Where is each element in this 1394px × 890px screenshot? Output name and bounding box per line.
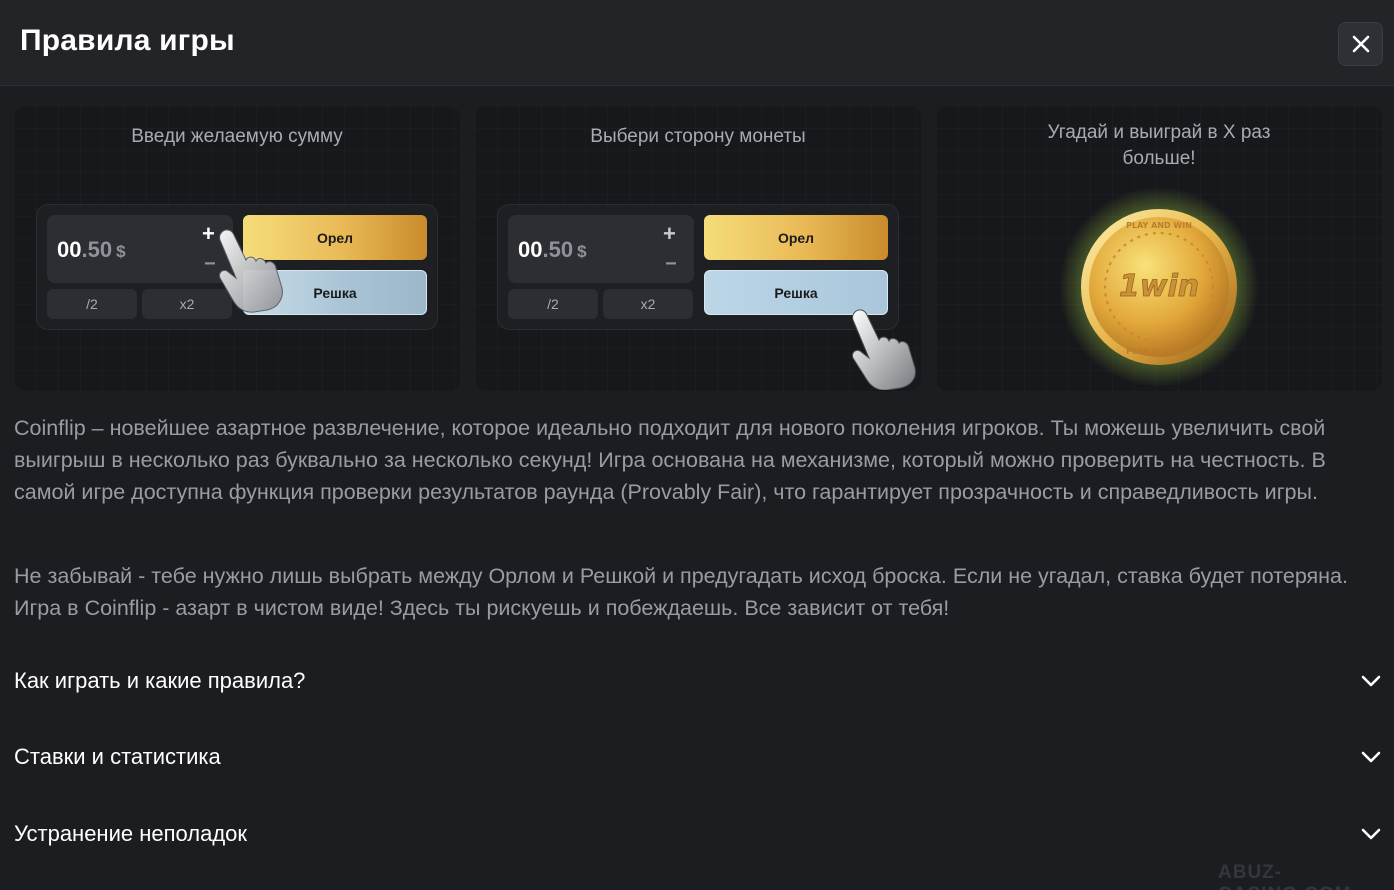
chevron-down-icon [1361,751,1381,763]
amount-integer: 00 [57,237,82,262]
description-paragraph-2: Не забывай - тебе нужно лишь выбрать меж… [14,564,1348,620]
currency-symbol: $ [116,242,126,261]
half-button: /2 [508,289,598,319]
card-title-line1: Угадай и выиграй в X раз [1047,122,1271,143]
coin-icon: PLAY AND WIN PLAY AND WIN 1win [1059,187,1259,387]
amount-decimal: .50 [542,237,574,262]
step-card-amount: Введи желаемую сумму 00.50 $ + − /2 x2 Ор… [14,106,460,391]
amount-input: 00.50 $ + − [508,215,694,283]
coin-ring-top: PLAY AND WIN [1126,221,1192,230]
plus-icon: + [663,221,676,246]
page-title: Правила игры [20,24,235,57]
accordion-troubleshooting[interactable]: Устранение неполадок [14,814,1382,854]
amount-input: 00.50 $ + − [47,215,233,283]
double-button: x2 [603,289,693,319]
coin-image: PLAY AND WIN PLAY AND WIN 1win [1056,184,1262,390]
chevron-down-icon [1361,675,1381,687]
step-card-win: Угадай и выиграй в X раз больше! PLAY AN… [936,106,1382,391]
chevron-down-icon [1361,828,1381,840]
description-paragraph-1: Coinflip – новейшее азартное развлечение… [14,416,1326,504]
modal-header: Правила игры [0,0,1394,86]
coin-ring-bottom: PLAY AND WIN [1126,347,1192,356]
minus-icon: − [665,253,677,275]
accordion-bets-stats[interactable]: Ставки и статистика [14,737,1382,777]
pointer-hand-icon [219,229,283,313]
close-button[interactable] [1338,22,1383,66]
accordion-label: Устранение неполадок [14,821,248,846]
bet-widget-demo: 00.50 $ + − /2 x2 Орел Решка [497,204,899,330]
half-button: /2 [47,289,137,319]
accordion-label: Ставки и статистика [14,744,221,769]
coin-logo: 1win [1119,269,1199,304]
watermark: ABUZ-CASINO.COM [1218,862,1351,890]
accordion-how-to-play[interactable]: Как играть и какие правила? [14,661,1382,701]
heads-button: Орел [704,215,888,260]
close-icon [1352,35,1369,53]
accordion-label: Как играть и какие правила? [14,668,306,693]
card-title: Введи желаемую сумму [131,126,343,147]
step-card-side: Выбери сторону монеты 00.50 $ + − /2 x2 О… [475,106,921,391]
card-title: Выбери сторону монеты [590,126,806,147]
card-title-line2: больше! [1122,148,1196,169]
pointer-hand-icon [852,309,916,390]
currency-symbol: $ [577,242,587,261]
amount-decimal: .50 [81,237,113,262]
amount-integer: 00 [518,237,543,262]
